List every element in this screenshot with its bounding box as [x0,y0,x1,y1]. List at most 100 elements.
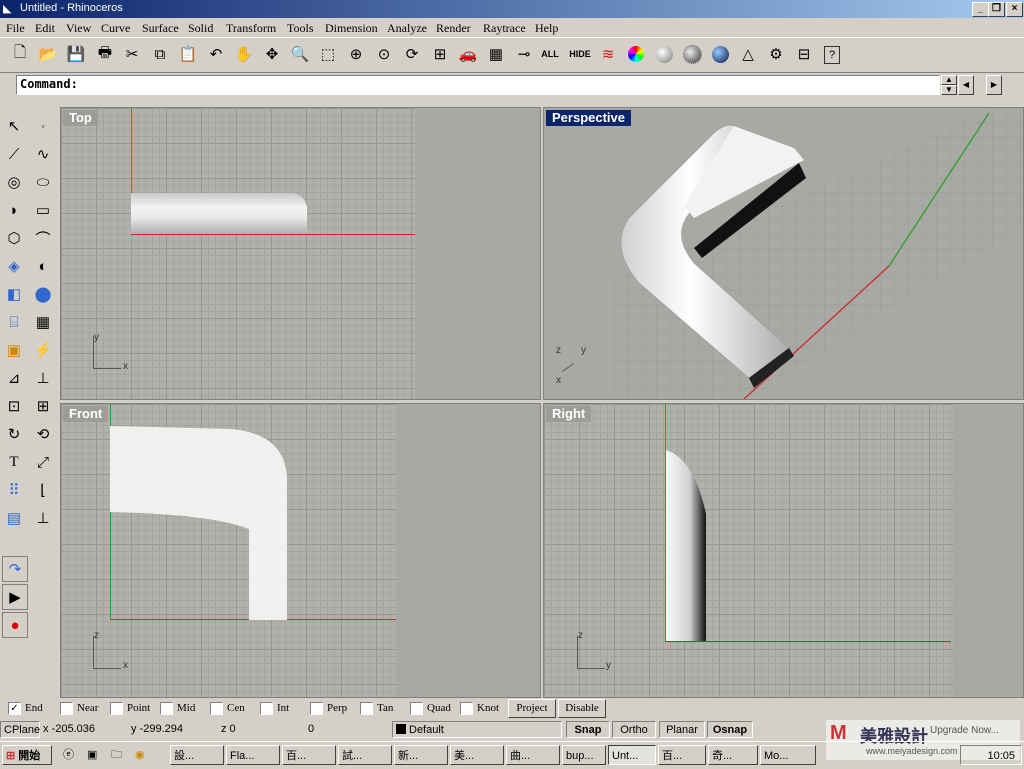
osnap-point-checkbox[interactable] [110,701,123,715]
rotate-view-icon[interactable]: ⟳ [400,42,424,66]
osnap-knot-checkbox[interactable] [460,701,473,715]
move-view-icon[interactable]: ✥ [260,42,284,66]
scale-icon[interactable]: ⊡ [2,394,26,418]
osnap-quad[interactable]: Quad [410,700,451,716]
command-input[interactable] [95,77,939,93]
color-wheel-icon[interactable] [624,42,648,66]
status-osnap-button[interactable]: Osnap [707,721,753,738]
options-gear-icon[interactable]: ⚙ [764,42,788,66]
command-spin-down-icon[interactable]: ▼ [941,85,957,95]
save-icon[interactable]: 💾 [64,42,88,66]
split-icon[interactable]: ⊿ [2,366,26,390]
ellipse-icon[interactable]: ⬭ [31,170,55,194]
task-button-8[interactable]: bup... [562,745,606,765]
task-button-7[interactable]: 曲... [506,745,560,765]
task-button-2[interactable]: Fla... [226,745,280,765]
point-icon[interactable]: ▫ [31,114,55,138]
trim-icon[interactable]: ⊥ [31,366,55,390]
viewport-top[interactable]: Top y x [60,107,541,400]
status-layer[interactable]: Default [392,721,562,738]
edit-points-icon[interactable]: ▣ [2,338,26,362]
menu-tools[interactable]: Tools [287,21,314,36]
menu-raytrace[interactable]: Raytrace [483,21,526,36]
viewport-front-label[interactable]: Front [63,406,109,422]
menu-dimension[interactable]: Dimension [325,21,378,36]
grid-snap-icon[interactable]: ⊟ [792,42,816,66]
ie-quicklaunch-icon[interactable]: ⓔ [60,745,82,765]
render-sphere-icon[interactable] [680,42,704,66]
array-icon[interactable]: ⊞ [31,394,55,418]
boolean-union-icon[interactable]: ⬤ [31,282,55,306]
task-button-5[interactable]: 新... [394,745,448,765]
osnap-near-checkbox[interactable] [60,701,73,715]
rectangle-icon[interactable]: ▭ [31,198,55,222]
menu-file[interactable]: File [6,21,25,36]
osnap-int[interactable]: Int [260,700,289,716]
paste-icon[interactable]: 📋 [176,42,200,66]
fillet-curve-icon[interactable]: ⌒ [31,226,55,250]
status-ortho-button[interactable]: Ortho [612,721,656,738]
command-box[interactable]: Command: [16,75,940,95]
pan-hand-icon[interactable]: ✋ [232,42,256,66]
spotlight-icon[interactable]: △ [736,42,760,66]
osnap-mid-checkbox[interactable] [160,701,173,715]
folder-quicklaunch-icon[interactable]: 🗀 [108,745,130,765]
car-render-icon[interactable]: 🚗 [456,42,480,66]
osnap-end[interactable]: ✓ End [8,700,43,716]
osnap-tan-checkbox[interactable] [360,701,373,715]
show-all-button[interactable]: ALL [538,42,562,66]
osnap-int-checkbox[interactable] [260,701,273,715]
zoom-selected-icon[interactable]: ⊙ [372,42,396,66]
osnap-end-checkbox[interactable]: ✓ [8,701,21,715]
start-button[interactable]: ⊞ 開始 [2,745,52,765]
status-upgrade[interactable]: Upgrade Now... [930,725,999,736]
close-button[interactable]: × [1006,2,1023,17]
status-snap-button[interactable]: Snap [566,721,610,738]
analyze-curvature-icon[interactable]: ⚡ [31,338,55,362]
record-icon[interactable]: ● [2,612,28,638]
desktop-quicklaunch-icon[interactable]: ▣ [84,745,106,765]
viewport-front[interactable]: Front z x [60,403,541,698]
render-preview-icon[interactable]: ▦ [484,42,508,66]
menu-render[interactable]: Render [436,21,471,36]
osnap-quad-checkbox[interactable] [410,701,423,715]
menu-surface[interactable]: Surface [142,21,179,36]
revolve-icon[interactable]: ◐ [31,254,55,278]
osnap-perp[interactable]: Perp [310,700,347,716]
task-button-6[interactable]: 美... [450,745,504,765]
open-folder-icon[interactable]: 📂 [36,42,60,66]
shade-sphere-icon[interactable] [652,42,676,66]
cylinder-icon[interactable]: ⌸ [2,310,26,334]
zoom-icon[interactable]: 🔍 [288,42,312,66]
curve-icon[interactable]: ∿ [31,142,55,166]
title-bar[interactable]: ◣ Untitled - Rhinoceros _ ❐ × [0,0,1024,18]
zoom-window-icon[interactable]: ⬚ [316,42,340,66]
osnap-perp-checkbox[interactable] [310,701,323,715]
undo-icon[interactable]: ↶ [204,42,228,66]
rotate-3d-icon[interactable]: ⟲ [31,422,55,446]
layout-icon[interactable]: ▤ [2,506,26,530]
orient-icon[interactable]: ⌊ [31,478,55,502]
surface-icon[interactable]: ◈ [2,254,26,278]
redo-arc-icon[interactable]: ↷ [2,556,28,582]
osnap-tan[interactable]: Tan [360,700,393,716]
hide-button[interactable]: HIDE [568,42,592,66]
viewport-right[interactable]: Right z y [543,403,1024,698]
viewport-perspective-label[interactable]: Perspective [546,110,631,126]
polygon-icon[interactable]: ⬡ [2,226,26,250]
osnap-knot[interactable]: Knot [460,700,499,716]
osnap-disable-button[interactable]: Disable [558,699,606,718]
box-solid-icon[interactable]: ◧ [2,282,26,306]
menu-solid[interactable]: Solid [188,21,213,36]
cut-icon[interactable]: ✂ [120,42,144,66]
osnap-mid[interactable]: Mid [160,700,195,716]
command-spin-up-icon[interactable]: ▲ [941,75,957,85]
new-file-icon[interactable]: 🗋 [8,42,32,66]
copy-icon[interactable]: ⧉ [148,42,172,66]
viewport-top-label[interactable]: Top [63,110,98,126]
status-planar-button[interactable]: Planar [659,721,705,738]
material-sphere-icon[interactable] [708,42,732,66]
menu-curve[interactable]: Curve [101,21,130,36]
task-button-12[interactable]: Mo... [760,745,816,765]
task-button-rhino-active[interactable]: Unt... [608,745,656,765]
